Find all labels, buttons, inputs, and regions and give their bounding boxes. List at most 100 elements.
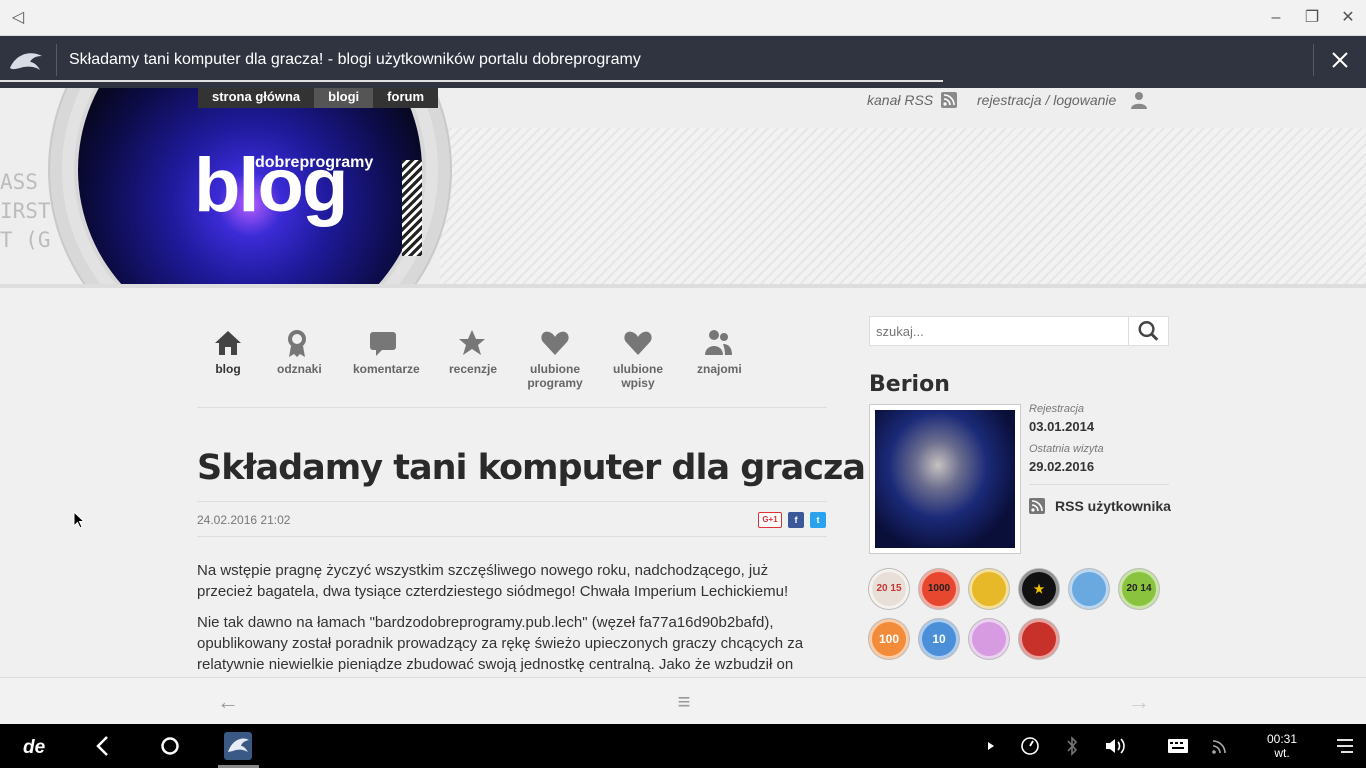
badge-icon[interactable]: 100 bbox=[869, 619, 909, 659]
home-circle-icon[interactable] bbox=[158, 734, 182, 758]
tab-label: blog bbox=[215, 362, 241, 376]
badge-icon[interactable] bbox=[1019, 619, 1059, 659]
gauge-icon[interactable] bbox=[1018, 734, 1042, 758]
registration-label: Rejestracja bbox=[1029, 403, 1085, 415]
top-nav: strona główna blogi forum bbox=[198, 88, 439, 108]
tab-favorite-posts[interactable]: ulubione wpisy bbox=[613, 328, 663, 390]
star-icon bbox=[459, 330, 485, 355]
blog-header: ASS IRST T (G dobreprogramy blog strona … bbox=[0, 88, 1366, 288]
back-icon[interactable] bbox=[91, 734, 115, 758]
article-title: Składamy tani komputer dla gracza! bbox=[197, 448, 881, 488]
volume-icon[interactable] bbox=[1103, 734, 1127, 758]
tab-friends[interactable]: znajomi bbox=[697, 328, 742, 376]
de-logo-icon[interactable]: de bbox=[22, 734, 46, 758]
logo-hatch bbox=[402, 160, 422, 256]
keyboard-icon[interactable] bbox=[1166, 734, 1190, 758]
badge-icon[interactable] bbox=[969, 569, 1009, 609]
close-window-button[interactable]: ✕ bbox=[1338, 8, 1358, 28]
clock[interactable]: 00:31 wt. bbox=[1262, 732, 1302, 760]
search-input[interactable] bbox=[870, 317, 1130, 345]
menu-icon[interactable]: ≡ bbox=[672, 690, 696, 714]
triangle-left-icon[interactable]: ◁ bbox=[8, 8, 28, 28]
browser-bottom-bar: ← ≡ → bbox=[0, 677, 1366, 724]
tab-blog[interactable]: blog bbox=[211, 328, 245, 376]
article-meta: 24.02.2016 21:02 G+1 f t bbox=[197, 501, 827, 537]
tab-badges[interactable]: odznaki bbox=[277, 328, 322, 376]
facebook-icon[interactable]: f bbox=[788, 512, 804, 528]
page-title: Składamy tani komputer dla gracza! - blo… bbox=[69, 51, 641, 68]
last-visit-label: Ostatnia wizyta bbox=[1029, 443, 1104, 455]
badge-icon[interactable]: 10 bbox=[919, 619, 959, 659]
heart-icon bbox=[624, 331, 652, 355]
badge-icon[interactable]: ★ bbox=[1019, 569, 1059, 609]
user-icon[interactable] bbox=[1130, 91, 1148, 109]
close-icon[interactable] bbox=[1328, 48, 1352, 72]
badge-icon[interactable]: 20 14 bbox=[1119, 569, 1159, 609]
avatar[interactable] bbox=[869, 404, 1021, 554]
divider bbox=[56, 44, 57, 76]
tab-favorite-programs[interactable]: ulubione programy bbox=[527, 328, 583, 390]
rss-link[interactable]: kanał RSS bbox=[867, 92, 933, 108]
last-visit-date: 29.02.2016 bbox=[1029, 459, 1095, 474]
tab-label: ulubione bbox=[530, 362, 580, 376]
restore-button[interactable]: ❐ bbox=[1302, 8, 1322, 28]
menu-icon[interactable] bbox=[1333, 734, 1357, 758]
load-progress-bar bbox=[0, 80, 943, 82]
play-icon[interactable] bbox=[979, 734, 1003, 758]
bluetooth-icon[interactable] bbox=[1060, 734, 1084, 758]
article-date: 24.02.2016 21:02 bbox=[197, 513, 291, 527]
background-code: ASS IRST T (G bbox=[0, 168, 51, 255]
nav-forum[interactable]: forum bbox=[373, 88, 439, 108]
wifi-icon[interactable] bbox=[1208, 734, 1232, 758]
brand-blog[interactable]: blog bbox=[194, 146, 348, 226]
registration-date: 03.01.2014 bbox=[1029, 419, 1095, 434]
article-paragraph: Na wstępie pragnę życzyć wszystkim szczę… bbox=[197, 562, 789, 600]
tab-label: znajomi bbox=[697, 362, 742, 376]
badge-icon[interactable]: 1000 bbox=[919, 569, 959, 609]
badge-icon[interactable]: 20 15 bbox=[869, 569, 909, 609]
search-icon[interactable] bbox=[1128, 317, 1168, 345]
search-box bbox=[869, 316, 1169, 346]
user-name[interactable]: Berion bbox=[869, 372, 950, 397]
award-icon bbox=[288, 330, 306, 357]
code-line: T (G bbox=[0, 228, 51, 252]
divider bbox=[1313, 44, 1314, 76]
heart-icon bbox=[541, 331, 569, 355]
tab-label: komentarze bbox=[353, 362, 420, 376]
svg-text:de: de bbox=[23, 737, 46, 758]
browser-title-bar: Składamy tani komputer dla gracza! - blo… bbox=[0, 36, 1366, 88]
tab-label: odznaki bbox=[277, 362, 322, 376]
dolphin-logo-icon bbox=[10, 53, 42, 70]
nav-home[interactable]: strona główna bbox=[198, 88, 315, 108]
tab-reviews[interactable]: recenzje bbox=[449, 328, 498, 376]
system-taskbar: de 00:31 wt. bbox=[0, 724, 1366, 768]
rss-user-link[interactable]: RSS użytkownika bbox=[1055, 498, 1171, 514]
login-link[interactable]: rejestracja / logowanie bbox=[977, 92, 1116, 108]
home-icon bbox=[215, 331, 241, 355]
mouse-cursor-icon bbox=[73, 511, 85, 529]
badge-icon[interactable] bbox=[1069, 569, 1109, 609]
forward-arrow-icon[interactable]: → bbox=[1127, 690, 1151, 714]
rss-icon[interactable] bbox=[941, 92, 957, 108]
tab-label: ulubione bbox=[613, 362, 663, 376]
back-arrow-icon[interactable]: ← bbox=[216, 690, 240, 714]
window-bar: ◁ – ❐ ✕ bbox=[0, 0, 1366, 36]
tab-label: wpisy bbox=[621, 376, 655, 390]
google-plus-icon[interactable]: G+1 bbox=[758, 512, 782, 528]
article-paragraph: Nie tak dawno na łamach "bardzodobreprog… bbox=[197, 614, 804, 673]
minimize-button[interactable]: – bbox=[1266, 8, 1286, 28]
clock-day: wt. bbox=[1274, 746, 1290, 760]
tab-label: programy bbox=[527, 376, 583, 390]
browser-app-icon[interactable] bbox=[224, 732, 252, 760]
nav-blogs[interactable]: blogi bbox=[314, 88, 374, 108]
tab-comments[interactable]: komentarze bbox=[353, 328, 420, 376]
main-content: blog odznaki komentarze recenzje ulubion… bbox=[0, 288, 1366, 677]
rss-icon[interactable] bbox=[1029, 498, 1045, 514]
header-pattern bbox=[440, 128, 1366, 288]
code-line: ASS bbox=[0, 170, 38, 194]
badge-icon[interactable] bbox=[969, 619, 1009, 659]
divider bbox=[1029, 484, 1169, 485]
tab-label: recenzje bbox=[449, 362, 498, 376]
twitter-icon[interactable]: t bbox=[810, 512, 826, 528]
avatar-image bbox=[875, 410, 1015, 548]
